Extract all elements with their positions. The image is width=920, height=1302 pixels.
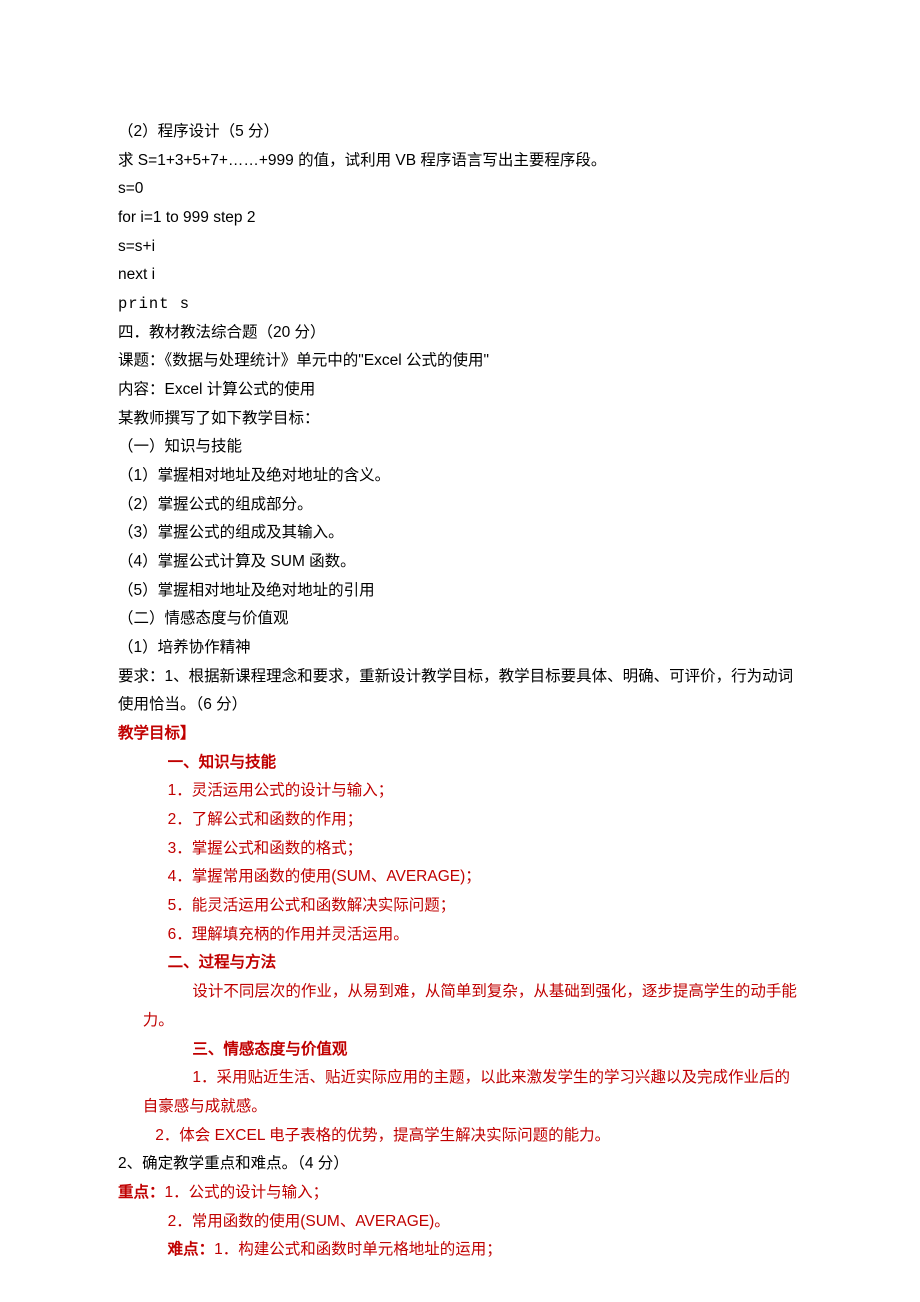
text-line: 四．教材教法综合题（20 分） bbox=[118, 319, 802, 348]
text-line: 2、确定教学重点和难点。（4 分） bbox=[118, 1150, 802, 1179]
text-line: 1．采用贴近生活、贴近实际应用的主题，以此来激发学生的学习兴趣以及完成作业后的自… bbox=[118, 1064, 802, 1121]
text-span: 1．公式的设计与输入； bbox=[165, 1184, 329, 1201]
text-line: for i=1 to 999 step 2 bbox=[118, 204, 802, 233]
text-line: （二）情感态度与价值观 bbox=[118, 605, 802, 634]
text-line: 5．能灵活运用公式和函数解决实际问题； bbox=[118, 892, 802, 921]
text-line: next i bbox=[118, 261, 802, 290]
label-difficulty: 难点： bbox=[168, 1241, 215, 1258]
text-line: 重点：1．公式的设计与输入； bbox=[118, 1179, 802, 1208]
text-line: （一）知识与技能 bbox=[118, 433, 802, 462]
text-line: 1．灵活运用公式的设计与输入； bbox=[118, 777, 802, 806]
text-line: s=0 bbox=[118, 175, 802, 204]
text-line: 难点：1．构建公式和函数时单元格地址的运用； bbox=[118, 1236, 802, 1265]
heading-knowledge-skill: 一、知识与技能 bbox=[118, 749, 802, 778]
text-line: （3）掌握公式的组成及其输入。 bbox=[118, 519, 802, 548]
text-span: 1．构建公式和函数时单元格地址的运用； bbox=[214, 1241, 502, 1258]
text-line: 课题：《数据与处理统计》单元中的"Excel 公式的使用" bbox=[118, 347, 802, 376]
text-line: 3．掌握公式和函数的格式； bbox=[118, 835, 802, 864]
text-line: （1）培养协作精神 bbox=[118, 634, 802, 663]
text-line: 求 S=1+3+5+7+……+999 的值，试利用 VB 程序语言写出主要程序段… bbox=[118, 147, 802, 176]
heading-process-method: 二、过程与方法 bbox=[118, 949, 802, 978]
text-line: （2）掌握公式的组成部分。 bbox=[118, 491, 802, 520]
heading-emotion-value: 三、情感态度与价值观 bbox=[118, 1036, 802, 1065]
text-line: print s bbox=[118, 290, 802, 319]
text-line: （1）掌握相对地址及绝对地址的含义。 bbox=[118, 462, 802, 491]
text-line: 6．理解填充柄的作用并灵活运用。 bbox=[118, 921, 802, 950]
text-line: 4．掌握常用函数的使用(SUM、AVERAGE)； bbox=[118, 863, 802, 892]
label-key-point: 重点： bbox=[118, 1184, 165, 1201]
text-line: 2．了解公式和函数的作用； bbox=[118, 806, 802, 835]
text-line: 2．体会 EXCEL 电子表格的优势，提高学生解决实际问题的能力。 bbox=[118, 1122, 802, 1151]
heading-teaching-goal: 教学目标】 bbox=[118, 720, 802, 749]
text-line: s=s+i bbox=[118, 233, 802, 262]
text-line: 设计不同层次的作业，从易到难，从简单到复杂，从基础到强化，逐步提高学生的动手能力… bbox=[118, 978, 802, 1035]
text-line: （4）掌握公式计算及 SUM 函数。 bbox=[118, 548, 802, 577]
text-line: 内容：Excel 计算公式的使用 bbox=[118, 376, 802, 405]
text-line: 某教师撰写了如下教学目标： bbox=[118, 405, 802, 434]
text-line: 要求：1、根据新课程理念和要求，重新设计教学目标，教学目标要具体、明确、可评价，… bbox=[118, 663, 802, 720]
text-line: （2）程序设计（5 分） bbox=[118, 118, 802, 147]
text-line: （5）掌握相对地址及绝对地址的引用 bbox=[118, 577, 802, 606]
text-line: 2．常用函数的使用(SUM、AVERAGE)。 bbox=[118, 1208, 802, 1237]
